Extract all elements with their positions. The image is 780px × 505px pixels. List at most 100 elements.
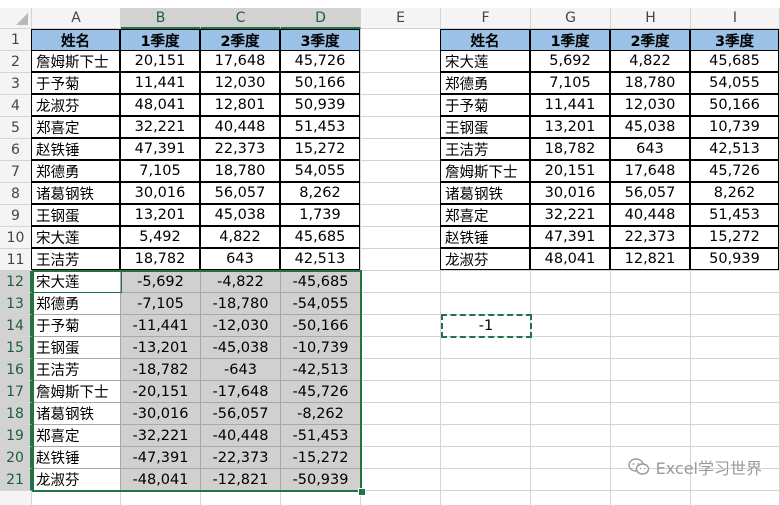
grid-cell[interactable] bbox=[281, 491, 361, 505]
left-table-value-cell[interactable]: 56,057 bbox=[200, 182, 280, 204]
left-table-value-cell[interactable]: 13,201 bbox=[120, 204, 200, 226]
left-table-name-cell[interactable]: 郑德勇 bbox=[31, 160, 120, 182]
fill-handle[interactable] bbox=[358, 488, 366, 496]
result-table-value-cell[interactable]: -20,151 bbox=[121, 381, 201, 403]
column-header-i[interactable]: I bbox=[691, 8, 780, 29]
right-table-value-cell[interactable]: 40,448 bbox=[610, 204, 690, 226]
right-table-value-cell[interactable]: 11,441 bbox=[530, 94, 610, 116]
grid-cell[interactable] bbox=[531, 403, 611, 425]
result-table-name-cell[interactable]: 王钢蛋 bbox=[32, 337, 121, 359]
grid-cell[interactable] bbox=[611, 337, 691, 359]
grid-cell[interactable] bbox=[361, 447, 441, 469]
row-header-16[interactable]: 16 bbox=[0, 359, 32, 381]
column-header-c[interactable]: C bbox=[201, 8, 281, 29]
grid-cell[interactable] bbox=[361, 161, 441, 183]
right-table-value-cell[interactable]: 32,221 bbox=[530, 204, 610, 226]
left-table-value-cell[interactable]: 54,055 bbox=[280, 160, 360, 182]
right-table-name-cell[interactable]: 王钢蛋 bbox=[440, 116, 530, 138]
result-table-value-cell[interactable]: -48,041 bbox=[121, 469, 201, 491]
grid-cell[interactable] bbox=[361, 51, 441, 73]
right-table-name-cell[interactable]: 王洁芳 bbox=[440, 138, 530, 160]
select-all-corner[interactable] bbox=[0, 8, 32, 29]
row-header-2[interactable]: 2 bbox=[0, 51, 32, 73]
left-table-value-cell[interactable]: 48,041 bbox=[120, 94, 200, 116]
grid-cell[interactable] bbox=[361, 425, 441, 447]
left-table-value-cell[interactable]: 50,166 bbox=[280, 72, 360, 94]
grid-cell[interactable] bbox=[361, 183, 441, 205]
column-header-d[interactable]: D bbox=[281, 8, 361, 29]
grid-cell[interactable] bbox=[32, 491, 121, 505]
row-header-15[interactable]: 15 bbox=[0, 337, 32, 359]
right-table-value-cell[interactable]: 45,038 bbox=[610, 116, 690, 138]
left-table-value-cell[interactable]: 18,782 bbox=[120, 248, 200, 270]
grid-cell[interactable] bbox=[691, 271, 780, 293]
right-table-value-cell[interactable]: 22,373 bbox=[610, 226, 690, 248]
grid-cell[interactable] bbox=[611, 315, 691, 337]
grid-cell[interactable] bbox=[441, 293, 531, 315]
row-header-12[interactable]: 12 bbox=[0, 271, 32, 293]
row-header-20[interactable]: 20 bbox=[0, 447, 32, 469]
grid-cell[interactable] bbox=[611, 271, 691, 293]
grid-cell[interactable] bbox=[441, 381, 531, 403]
right-table-value-cell[interactable]: 12,821 bbox=[610, 248, 690, 270]
grid-cell[interactable] bbox=[361, 381, 441, 403]
right-table-value-cell[interactable]: 56,057 bbox=[610, 182, 690, 204]
right-table-value-cell[interactable]: 48,041 bbox=[530, 248, 610, 270]
result-table-value-cell[interactable]: -15,272 bbox=[281, 447, 361, 469]
left-table-value-cell[interactable]: 20,151 bbox=[120, 50, 200, 72]
result-table-value-cell[interactable]: -8,262 bbox=[281, 403, 361, 425]
left-table-name-cell[interactable]: 赵铁锤 bbox=[31, 138, 120, 160]
left-table-value-cell[interactable]: 32,221 bbox=[120, 116, 200, 138]
right-table-name-cell[interactable]: 宋大莲 bbox=[440, 50, 530, 72]
column-header-e[interactable]: E bbox=[361, 8, 441, 29]
right-table-value-cell[interactable]: 4,822 bbox=[610, 50, 690, 72]
right-table-value-cell[interactable]: 47,391 bbox=[530, 226, 610, 248]
row-header-7[interactable]: 7 bbox=[0, 161, 32, 183]
grid-cell[interactable] bbox=[441, 447, 531, 469]
row-header-21[interactable]: 21 bbox=[0, 469, 32, 491]
right-table-value-cell[interactable]: 8,262 bbox=[690, 182, 779, 204]
grid-cell[interactable] bbox=[691, 403, 780, 425]
grid-cell[interactable] bbox=[611, 491, 691, 505]
result-table-value-cell[interactable]: -22,373 bbox=[201, 447, 281, 469]
grid-cell[interactable] bbox=[611, 381, 691, 403]
right-table-value-cell[interactable]: 18,782 bbox=[530, 138, 610, 160]
grid-cell[interactable] bbox=[531, 315, 611, 337]
right-table-value-cell[interactable]: 45,685 bbox=[690, 50, 779, 72]
right-table-name-cell[interactable]: 龙淑芬 bbox=[440, 248, 530, 270]
right-table-value-cell[interactable]: 45,726 bbox=[690, 160, 779, 182]
left-table-name-cell[interactable]: 王洁芳 bbox=[31, 248, 120, 270]
grid-cell[interactable] bbox=[441, 359, 531, 381]
spreadsheet-grid[interactable]: A B C D E F G H I 1 2 3 4 5 6 7 8 9 10 11 12 13 14 15 16 17 18 19 20… bbox=[0, 0, 780, 505]
grid-cell[interactable] bbox=[691, 425, 780, 447]
left-table-name-cell[interactable]: 诸葛钢铁 bbox=[31, 182, 120, 204]
left-table-value-cell[interactable]: 22,373 bbox=[200, 138, 280, 160]
result-table-name-cell[interactable]: 郑德勇 bbox=[32, 293, 121, 315]
left-table-value-cell[interactable]: 40,448 bbox=[200, 116, 280, 138]
left-table-value-cell[interactable]: 17,648 bbox=[200, 50, 280, 72]
grid-cell[interactable] bbox=[611, 359, 691, 381]
result-table-value-cell[interactable]: -18,780 bbox=[201, 293, 281, 315]
result-table-value-cell[interactable]: -18,782 bbox=[121, 359, 201, 381]
result-table-value-cell[interactable]: -7,105 bbox=[121, 293, 201, 315]
right-table-value-cell[interactable]: 54,055 bbox=[690, 72, 779, 94]
left-table-value-cell[interactable]: 42,513 bbox=[280, 248, 360, 270]
grid-cell[interactable] bbox=[361, 359, 441, 381]
grid-cell[interactable] bbox=[691, 381, 780, 403]
grid-cell[interactable] bbox=[361, 491, 441, 505]
grid-cell[interactable] bbox=[691, 337, 780, 359]
grid-cell[interactable] bbox=[361, 315, 441, 337]
left-table-value-cell[interactable]: 45,038 bbox=[200, 204, 280, 226]
grid-cell[interactable] bbox=[691, 315, 780, 337]
result-table-name-cell[interactable]: 赵铁锤 bbox=[32, 447, 121, 469]
grid-cell[interactable] bbox=[361, 139, 441, 161]
grid-cell[interactable] bbox=[361, 117, 441, 139]
grid-cell[interactable] bbox=[441, 469, 531, 491]
result-table-value-cell[interactable]: -50,939 bbox=[281, 469, 361, 491]
result-table-value-cell[interactable]: -47,391 bbox=[121, 447, 201, 469]
result-table-name-cell[interactable]: 龙淑芬 bbox=[32, 469, 121, 491]
result-table-value-cell[interactable]: -12,030 bbox=[201, 315, 281, 337]
right-table-name-cell[interactable]: 詹姆斯下士 bbox=[440, 160, 530, 182]
left-table-value-cell[interactable]: 15,272 bbox=[280, 138, 360, 160]
row-header-13[interactable]: 13 bbox=[0, 293, 32, 315]
